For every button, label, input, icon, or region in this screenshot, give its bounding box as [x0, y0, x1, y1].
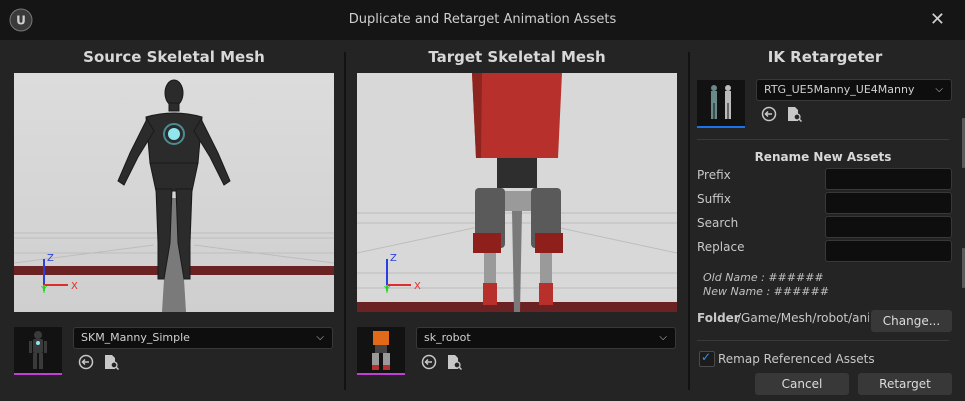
retarget-button[interactable]: Retarget [858, 373, 952, 395]
old-name-preview: Old Name : ###### [703, 271, 824, 284]
chevron-down-icon: ⌵ [935, 84, 943, 95]
source-heading: Source Skeletal Mesh [83, 48, 265, 66]
search-label: Search [697, 216, 739, 230]
replace-label: Replace [697, 240, 745, 254]
chevron-down-icon: ⌵ [316, 332, 324, 343]
use-selected-asset-icon[interactable] [761, 106, 777, 122]
dialog-titlebar: U Duplicate and Retarget Animation Asset… [0, 0, 965, 40]
prefix-input[interactable] [825, 168, 952, 190]
axis-gizmo-icon: Z X Y [383, 253, 421, 293]
panel-divider [344, 52, 346, 390]
target-mesh-value: sk_robot [424, 331, 471, 344]
ik-retargeter-thumbnail[interactable] [697, 80, 745, 128]
target-heading: Target Skeletal Mesh [428, 48, 606, 66]
browse-asset-icon[interactable] [446, 354, 462, 370]
axis-y-label: Y [383, 285, 391, 293]
axis-x-label: X [414, 281, 421, 292]
target-mesh-dropdown[interactable]: sk_robot ⌵ [416, 327, 676, 349]
ik-thumb-accent [697, 126, 745, 128]
axis-z-label: Z [47, 253, 54, 264]
remap-checkbox[interactable]: ✓ [699, 350, 715, 367]
suffix-input[interactable] [825, 192, 952, 214]
source-mesh-thumbnail[interactable] [14, 327, 62, 375]
dialog-title: Duplicate and Retarget Animation Assets [348, 12, 617, 27]
search-input[interactable] [825, 216, 952, 238]
target-mesh-thumbnail[interactable] [357, 327, 405, 375]
folder-label: Folder [697, 311, 740, 325]
panel-divider [688, 52, 690, 390]
source-viewport[interactable]: Z X Y [14, 73, 334, 312]
folder-path: /Game/Mesh/robot/ani [737, 311, 869, 325]
target-thumb-accent [357, 373, 405, 375]
checkmark-icon: ✓ [701, 350, 712, 364]
use-selected-asset-icon[interactable] [421, 354, 437, 370]
prefix-label: Prefix [697, 168, 731, 182]
rename-heading: Rename New Assets [754, 150, 892, 164]
ik-heading: IK Retargeter [767, 48, 883, 66]
axis-z-label: Z [390, 253, 397, 264]
use-selected-asset-icon[interactable] [78, 354, 94, 370]
section-divider [697, 340, 949, 341]
remap-label[interactable]: Remap Referenced Assets [718, 352, 875, 366]
axis-gizmo-icon: Z X Y [40, 253, 78, 293]
source-mesh-dropdown[interactable]: SKM_Manny_Simple ⌵ [73, 327, 333, 349]
axis-y-label: Y [40, 285, 48, 293]
cancel-button[interactable]: Cancel [755, 373, 849, 395]
suffix-label: Suffix [697, 192, 731, 206]
axis-x-label: X [71, 281, 78, 292]
chevron-down-icon: ⌵ [659, 332, 667, 343]
target-viewport[interactable]: Z X Y [357, 73, 677, 312]
close-icon[interactable]: ✕ [930, 10, 945, 30]
browse-asset-icon[interactable] [103, 354, 119, 370]
browse-asset-icon[interactable] [786, 106, 802, 122]
section-divider [697, 139, 949, 140]
change-folder-button[interactable]: Change... [871, 310, 952, 332]
new-name-preview: New Name : ###### [703, 285, 829, 298]
ik-retargeter-dropdown[interactable]: RTG_UE5Manny_UE4Manny ⌵ [756, 79, 952, 101]
source-mesh-value: SKM_Manny_Simple [81, 331, 190, 344]
source-thumb-accent [14, 373, 62, 375]
replace-input[interactable] [825, 240, 952, 262]
ik-retargeter-value: RTG_UE5Manny_UE4Manny [764, 83, 915, 96]
